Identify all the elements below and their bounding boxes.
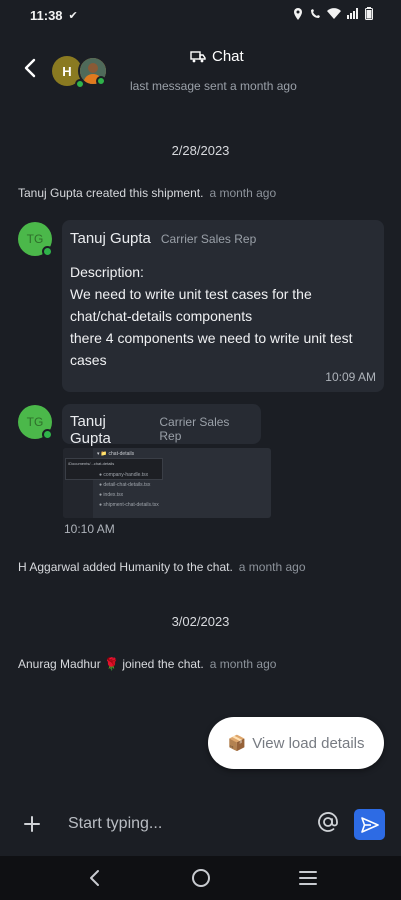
attachment-file-name: index.tsx xyxy=(103,492,124,498)
message-line: Description: xyxy=(70,264,144,280)
header-title-group: Chat xyxy=(190,48,244,65)
date-separator: 3/02/2023 xyxy=(171,614,230,629)
system-message-time: a month ago xyxy=(209,657,277,671)
message-line: We need to write unit test cases for the xyxy=(70,286,312,302)
status-left: 11:38 ✔ xyxy=(30,8,78,23)
system-message-text: H Aggarwal added Humanity to the chat. xyxy=(18,560,233,574)
status-bar: 11:38 ✔ xyxy=(0,0,401,30)
system-message: H Aggarwal added Humanity to the chat. a … xyxy=(18,560,306,574)
sender-name: Tanuj Gupta xyxy=(70,413,111,447)
sender-initials: TG xyxy=(26,232,44,246)
battery-icon xyxy=(365,7,373,23)
signal-icon xyxy=(347,8,359,22)
attachment-file-name: shipment-chat-details.tsx xyxy=(103,502,159,508)
sender-avatar[interactable]: TG xyxy=(18,405,53,440)
back-button[interactable] xyxy=(18,58,42,82)
avatar-initial: H xyxy=(62,63,72,79)
message-header: Tanuj Gupta Carrier Sales Rep xyxy=(70,230,376,247)
at-icon xyxy=(318,812,338,832)
attachment-folder-name: chat-details xyxy=(108,451,135,457)
plus-icon xyxy=(24,816,40,832)
status-time: 11:38 xyxy=(30,7,63,23)
page-title: Chat xyxy=(212,48,244,65)
system-message-text: Tanuj Gupta created this shipment. xyxy=(18,186,204,200)
nav-home-icon xyxy=(191,869,210,887)
attachment-folder: ▾ 📁 chat-details xyxy=(97,451,135,457)
nav-back-icon xyxy=(89,870,99,886)
online-indicator xyxy=(42,429,53,440)
nav-home-button[interactable] xyxy=(181,863,221,893)
message-line: there 4 components we need to write unit… xyxy=(70,330,353,346)
chat-header: H Chat last message sent a month ago xyxy=(0,30,401,110)
date-separator: 2/28/2023 xyxy=(171,143,230,158)
sender-role: Carrier Sales Rep xyxy=(160,232,257,246)
chevron-left-icon xyxy=(24,58,36,78)
system-message: Anurag Madhur 🌹 joined the chat. a month … xyxy=(18,657,276,671)
sender-initials: TG xyxy=(26,415,44,429)
package-icon: 📦 xyxy=(227,735,247,752)
sender-name: Tanuj Gupta xyxy=(70,230,151,247)
nav-back-button[interactable] xyxy=(74,863,114,893)
message-line: cases xyxy=(70,352,107,368)
wifi-icon xyxy=(327,8,341,22)
message-bubble[interactable]: Tanuj Gupta Carrier Sales Rep Descriptio… xyxy=(62,220,384,392)
sender-avatar[interactable]: TG xyxy=(18,222,53,257)
attachment-file: ● index.tsx xyxy=(99,492,124,498)
add-attachment-button[interactable] xyxy=(20,810,44,838)
online-indicator xyxy=(96,76,106,86)
nav-recents-button[interactable] xyxy=(288,863,328,893)
message-input[interactable] xyxy=(68,810,303,838)
message-header: Tanuj Gupta Carrier Sales Rep xyxy=(70,413,253,447)
system-message: Tanuj Gupta created this shipment. a mont… xyxy=(18,186,276,200)
wifi-calling-icon xyxy=(309,8,321,23)
view-load-details-label: View load details xyxy=(252,734,365,752)
attachment-file-name: company-handle.tsx xyxy=(103,472,149,478)
system-navigation-bar xyxy=(0,856,401,900)
system-message-time: a month ago xyxy=(209,186,277,200)
missed-call-icon: ✔ xyxy=(68,9,78,22)
system-message-time: a month ago xyxy=(238,560,306,574)
participant-avatars[interactable]: H xyxy=(52,56,112,90)
status-icons xyxy=(293,7,373,23)
system-message-text: Anurag Madhur 🌹 joined the chat. xyxy=(18,657,204,671)
location-icon xyxy=(293,7,303,23)
chat-truck-icon xyxy=(190,50,206,62)
view-load-details-button[interactable]: 📦 View load details xyxy=(208,717,384,769)
attachment-file: ● shipment-chat-details.tsx xyxy=(99,502,159,508)
message-bubble[interactable]: Tanuj Gupta Carrier Sales Rep xyxy=(62,404,261,447)
attachment-file: ● detail-chat-details.tsx xyxy=(99,482,151,488)
online-indicator xyxy=(42,246,53,257)
message-text: Description: We need to write unit test … xyxy=(70,261,376,371)
sender-role: Carrier Sales Rep xyxy=(159,415,230,443)
send-button[interactable] xyxy=(354,809,385,840)
message-time: 10:09 AM xyxy=(325,370,376,384)
message-composer xyxy=(0,800,401,848)
message-time: 10:10 AM xyxy=(64,522,115,536)
image-attachment[interactable]: ▾ 📁 chat-details /Documents/...chat-deta… xyxy=(63,448,271,518)
message-line: chat/chat-details components xyxy=(70,308,253,324)
last-message-status: last message sent a month ago xyxy=(130,79,297,93)
attachment-file: ● company-handle.tsx xyxy=(99,472,149,478)
nav-menu-icon xyxy=(298,871,317,885)
mention-button[interactable] xyxy=(316,811,340,837)
attachment-file-name: detail-chat-details.tsx xyxy=(103,482,151,488)
send-icon xyxy=(360,816,379,833)
